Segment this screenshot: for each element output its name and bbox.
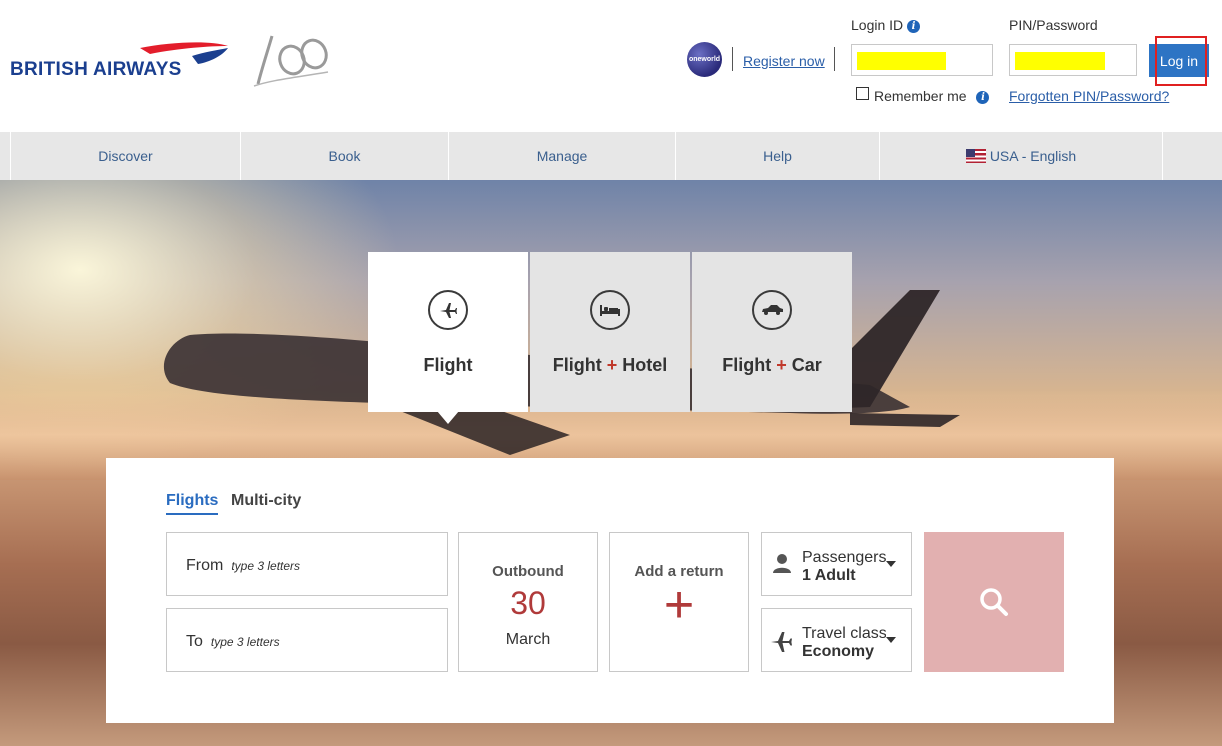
oneworld-logo[interactable]: oneworld bbox=[687, 42, 722, 77]
passengers-label: Passengers bbox=[802, 549, 886, 566]
pin-password-input[interactable] bbox=[1009, 44, 1137, 76]
speedmarque-icon bbox=[140, 42, 228, 64]
us-flag-icon bbox=[965, 149, 986, 163]
person-icon bbox=[773, 554, 791, 573]
redacted-highlight bbox=[857, 52, 946, 70]
remember-me-text: Remember me bbox=[874, 88, 967, 104]
redacted-highlight bbox=[1015, 52, 1105, 70]
nav-item-help[interactable]: Help bbox=[675, 132, 879, 180]
chevron-down-icon bbox=[886, 561, 896, 567]
add-return-button[interactable]: Add a return + bbox=[609, 532, 749, 672]
nav-item-manage[interactable]: Manage bbox=[448, 132, 675, 180]
passengers-select[interactable]: Passengers 1 Adult bbox=[761, 532, 912, 596]
outbound-month: March bbox=[505, 631, 551, 648]
login-id-label: Login ID i bbox=[851, 17, 921, 33]
nav-item-book[interactable]: Book bbox=[240, 132, 448, 180]
search-icon bbox=[980, 588, 1008, 616]
tab-flight[interactable]: Flight bbox=[368, 252, 528, 412]
tab-label: Flight bbox=[368, 355, 528, 376]
travel-class-label: Travel class bbox=[802, 625, 886, 642]
remember-me-checkbox[interactable] bbox=[856, 87, 869, 100]
nav-item-locale[interactable]: USA - English bbox=[879, 132, 1162, 180]
login-button[interactable]: Log in bbox=[1149, 44, 1209, 77]
bed-icon bbox=[590, 290, 630, 330]
outbound-label: Outbound bbox=[492, 563, 564, 580]
from-input[interactable]: From type 3 letters bbox=[166, 532, 448, 596]
tab-flight-car[interactable]: Flight + Car bbox=[692, 252, 852, 412]
from-hint: type 3 letters bbox=[231, 559, 301, 573]
tab-label: Flight + Hotel bbox=[530, 355, 690, 376]
tab-label-a: Flight bbox=[722, 355, 777, 375]
nav-item-discover[interactable]: Discover bbox=[10, 132, 240, 180]
tab-multi-city[interactable]: Multi-city bbox=[231, 492, 301, 510]
search-button[interactable] bbox=[924, 532, 1064, 672]
plane-icon bbox=[428, 290, 468, 330]
forgotten-pin-link[interactable]: Forgotten PIN/Password? bbox=[1009, 88, 1169, 104]
tab-label-b: Car bbox=[786, 355, 822, 375]
travel-class-select[interactable]: Travel class Economy bbox=[761, 608, 912, 672]
to-input[interactable]: To type 3 letters bbox=[166, 608, 448, 672]
tab-label: Flight + Car bbox=[692, 355, 852, 376]
tab-label-text: Flight bbox=[423, 355, 473, 375]
pin-password-label: PIN/Password bbox=[1009, 17, 1098, 33]
outbound-date-picker[interactable]: Outbound 30 March bbox=[458, 532, 598, 672]
tab-label-a: Flight bbox=[552, 355, 607, 375]
site-header: BRITISH AIRWAYS oneworld Register now Lo… bbox=[0, 0, 1222, 132]
nav-item-empty bbox=[1162, 132, 1222, 180]
tab-label-b: Hotel bbox=[617, 355, 668, 375]
info-icon[interactable]: i bbox=[976, 91, 990, 104]
chevron-down-icon bbox=[886, 637, 896, 643]
to-label-text: To bbox=[186, 633, 203, 650]
plane-icon bbox=[771, 632, 792, 652]
to-hint: type 3 letters bbox=[210, 635, 280, 649]
plus-icon: + bbox=[663, 576, 695, 634]
travel-class-value: Economy bbox=[802, 643, 875, 660]
login-id-input[interactable] bbox=[851, 44, 993, 76]
remember-me-label: Remember me i bbox=[874, 88, 990, 104]
login-id-label-text: Login ID bbox=[851, 17, 904, 33]
register-now-link[interactable]: Register now bbox=[743, 53, 825, 69]
to-label: To type 3 letters bbox=[186, 633, 280, 651]
locale-label: USA - English bbox=[989, 148, 1077, 164]
divider bbox=[732, 47, 733, 71]
car-icon bbox=[752, 290, 792, 330]
divider bbox=[834, 47, 835, 71]
active-tab-pointer bbox=[437, 411, 459, 424]
tab-plus: + bbox=[776, 355, 787, 375]
tab-plus: + bbox=[606, 355, 618, 375]
tab-flights[interactable]: Flights bbox=[166, 492, 219, 515]
main-nav: Discover Book Manage Help USA - English bbox=[0, 132, 1222, 180]
outbound-day: 30 bbox=[510, 585, 546, 621]
oneworld-label: oneworld bbox=[688, 56, 721, 63]
tab-flight-hotel[interactable]: Flight + Hotel bbox=[530, 252, 690, 412]
passengers-value: 1 Adult bbox=[802, 567, 856, 584]
centenary-100-logo bbox=[253, 35, 329, 87]
from-label-text: From bbox=[186, 557, 224, 574]
from-label: From type 3 letters bbox=[186, 557, 300, 575]
info-icon[interactable]: i bbox=[907, 20, 921, 33]
